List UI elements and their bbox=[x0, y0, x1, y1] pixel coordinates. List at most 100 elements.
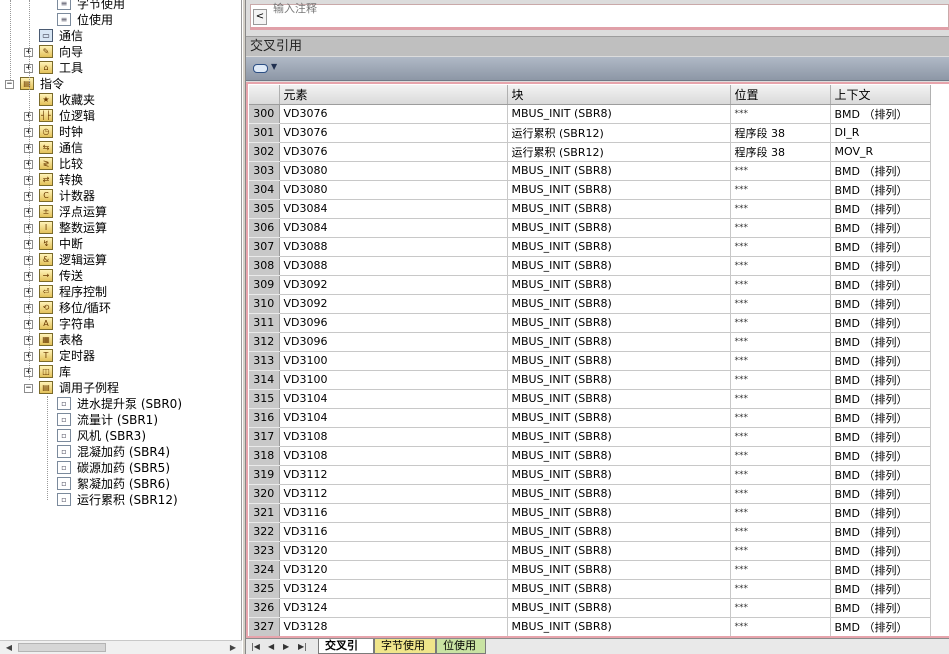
comment-input-area[interactable]: < 输入注释 bbox=[250, 2, 949, 30]
row-number[interactable]: 308 bbox=[249, 256, 280, 276]
tree-item[interactable]: + ⏎ 程序控制 bbox=[0, 284, 240, 300]
tree-item[interactable]: + ⟲ 移位/循环 bbox=[0, 300, 240, 316]
table-row[interactable]: 327 VD3128 MBUS_INIT (SBR8) *** BMD （排列） bbox=[249, 617, 931, 636]
tree-item[interactable]: ≡ 位使用 bbox=[0, 12, 240, 28]
cell-context[interactable]: BMD （排列） bbox=[830, 199, 931, 219]
table-row[interactable]: 302 VD3076 运行累积 (SBR12) 程序段 38 MOV_R bbox=[249, 142, 931, 162]
cell-block[interactable]: MBUS_INIT (SBR8) bbox=[507, 389, 731, 409]
tree-item[interactable]: + I 整数运算 bbox=[0, 220, 240, 236]
cell-context[interactable]: BMD （排列） bbox=[830, 237, 931, 257]
dropdown-arrow-icon[interactable]: ▼ bbox=[271, 62, 277, 71]
cell-block[interactable]: MBUS_INIT (SBR8) bbox=[507, 560, 731, 580]
cell-element[interactable]: VD3088 bbox=[279, 256, 508, 276]
cell-context[interactable]: BMD （排列） bbox=[830, 522, 931, 542]
table-row[interactable]: 305 VD3084 MBUS_INIT (SBR8) *** BMD （排列） bbox=[249, 199, 931, 219]
tree-item[interactable]: ▫ 絮凝加药 (SBR6) bbox=[0, 476, 240, 492]
table-row[interactable]: 317 VD3108 MBUS_INIT (SBR8) *** BMD （排列） bbox=[249, 427, 931, 447]
cell-block[interactable]: MBUS_INIT (SBR8) bbox=[507, 294, 731, 314]
tree-item[interactable]: + ▦ 表格 bbox=[0, 332, 240, 348]
project-tree[interactable]: ≡ 字节使用 ≡ 位使用 ▭ 通信 + ✎ 向导 + ⌂ 工具 − ▤ 指令 ★ 收藏夹 + ┤├ 位逻辑 + ◷ 时钟 + ⇆… bbox=[0, 0, 242, 654]
cell-location[interactable]: *** bbox=[730, 275, 831, 295]
row-number[interactable]: 311 bbox=[249, 313, 280, 333]
cell-block[interactable]: MBUS_INIT (SBR8) bbox=[507, 446, 731, 466]
row-number[interactable]: 316 bbox=[249, 408, 280, 428]
row-number[interactable]: 323 bbox=[249, 541, 280, 561]
table-row[interactable]: 325 VD3124 MBUS_INIT (SBR8) *** BMD （排列） bbox=[249, 579, 931, 599]
table-row[interactable]: 320 VD3112 MBUS_INIT (SBR8) *** BMD （排列） bbox=[249, 484, 931, 504]
cell-block[interactable]: MBUS_INIT (SBR8) bbox=[507, 522, 731, 542]
cell-element[interactable]: VD3096 bbox=[279, 332, 508, 352]
table-row[interactable]: 304 VD3080 MBUS_INIT (SBR8) *** BMD （排列） bbox=[249, 180, 931, 200]
cell-element[interactable]: VD3120 bbox=[279, 541, 508, 561]
tree-item[interactable]: + ± 浮点运算 bbox=[0, 204, 240, 220]
cell-block[interactable]: MBUS_INIT (SBR8) bbox=[507, 370, 731, 390]
table-row[interactable]: 318 VD3108 MBUS_INIT (SBR8) *** BMD （排列） bbox=[249, 446, 931, 466]
cell-context[interactable]: DI_R bbox=[830, 123, 931, 143]
tree-item[interactable]: ★ 收藏夹 bbox=[0, 92, 240, 108]
cell-context[interactable]: BMD （排列） bbox=[830, 275, 931, 295]
tree-item[interactable]: ▫ 流量计 (SBR1) bbox=[0, 412, 240, 428]
cell-location[interactable]: *** bbox=[730, 408, 831, 428]
table-row[interactable]: 312 VD3096 MBUS_INIT (SBR8) *** BMD （排列） bbox=[249, 332, 931, 352]
tab-bit-usage[interactable]: 位使用 bbox=[436, 639, 486, 654]
tree-item[interactable]: + → 传送 bbox=[0, 268, 240, 284]
table-row[interactable]: 311 VD3096 MBUS_INIT (SBR8) *** BMD （排列） bbox=[249, 313, 931, 333]
tree-item[interactable]: ▭ 通信 bbox=[0, 28, 240, 44]
prev-tab-icon[interactable]: ◀ bbox=[268, 640, 274, 654]
cell-location[interactable]: 程序段 38 bbox=[730, 123, 831, 143]
table-row[interactable]: 310 VD3092 MBUS_INIT (SBR8) *** BMD （排列） bbox=[249, 294, 931, 314]
cell-element[interactable]: VD3112 bbox=[279, 484, 508, 504]
cell-context[interactable]: BMD （排列） bbox=[830, 484, 931, 504]
row-number[interactable]: 327 bbox=[249, 617, 280, 636]
tab-cross-reference[interactable]: 交叉引用 bbox=[318, 639, 374, 654]
cell-element[interactable]: VD3084 bbox=[279, 199, 508, 219]
tree-item[interactable]: + ◫ 库 bbox=[0, 364, 240, 380]
table-row[interactable]: 315 VD3104 MBUS_INIT (SBR8) *** BMD （排列） bbox=[249, 389, 931, 409]
tree-item[interactable]: + T 定时器 bbox=[0, 348, 240, 364]
scrollbar-thumb[interactable] bbox=[18, 643, 106, 652]
table-row[interactable]: 323 VD3120 MBUS_INIT (SBR8) *** BMD （排列） bbox=[249, 541, 931, 561]
cell-context[interactable]: BMD （排列） bbox=[830, 161, 931, 181]
table-row[interactable]: 309 VD3092 MBUS_INIT (SBR8) *** BMD （排列） bbox=[249, 275, 931, 295]
row-number[interactable]: 315 bbox=[249, 389, 280, 409]
next-tab-icon[interactable]: ▶ bbox=[283, 640, 289, 654]
cell-location[interactable]: *** bbox=[730, 218, 831, 238]
table-row[interactable]: 307 VD3088 MBUS_INIT (SBR8) *** BMD （排列） bbox=[249, 237, 931, 257]
cell-element[interactable]: VD3112 bbox=[279, 465, 508, 485]
cell-context[interactable]: BMD （排列） bbox=[830, 370, 931, 390]
row-number[interactable]: 318 bbox=[249, 446, 280, 466]
tree-item[interactable]: + ◷ 时钟 bbox=[0, 124, 240, 140]
cell-location[interactable]: *** bbox=[730, 579, 831, 599]
last-tab-icon[interactable]: ▶| bbox=[298, 640, 307, 654]
table-row[interactable]: 321 VD3116 MBUS_INIT (SBR8) *** BMD （排列） bbox=[249, 503, 931, 523]
row-number[interactable]: 313 bbox=[249, 351, 280, 371]
cell-context[interactable]: BMD （排列） bbox=[830, 408, 931, 428]
cell-block[interactable]: MBUS_INIT (SBR8) bbox=[507, 617, 731, 636]
cell-context[interactable]: BMD （排列） bbox=[830, 541, 931, 561]
cell-location[interactable]: *** bbox=[730, 351, 831, 371]
table-row[interactable]: 313 VD3100 MBUS_INIT (SBR8) *** BMD （排列） bbox=[249, 351, 931, 371]
cell-block[interactable]: MBUS_INIT (SBR8) bbox=[507, 313, 731, 333]
cell-element[interactable]: VD3076 bbox=[279, 123, 508, 143]
tree-item[interactable]: ▫ 混凝加药 (SBR4) bbox=[0, 444, 240, 460]
cell-block[interactable]: MBUS_INIT (SBR8) bbox=[507, 598, 731, 618]
row-number[interactable]: 326 bbox=[249, 598, 280, 618]
cell-location[interactable]: *** bbox=[730, 446, 831, 466]
cell-element[interactable]: VD3104 bbox=[279, 408, 508, 428]
cell-context[interactable]: MOV_R bbox=[830, 142, 931, 162]
row-number[interactable]: 322 bbox=[249, 522, 280, 542]
cell-element[interactable]: VD3084 bbox=[279, 218, 508, 238]
row-number[interactable]: 306 bbox=[249, 218, 280, 238]
cell-element[interactable]: VD3124 bbox=[279, 579, 508, 599]
cell-element[interactable]: VD3124 bbox=[279, 598, 508, 618]
cell-block[interactable]: MBUS_INIT (SBR8) bbox=[507, 104, 731, 124]
table-row[interactable]: 303 VD3080 MBUS_INIT (SBR8) *** BMD （排列） bbox=[249, 161, 931, 181]
cell-element[interactable]: VD3100 bbox=[279, 351, 508, 371]
tree-item[interactable]: + ↯ 中断 bbox=[0, 236, 240, 252]
table-row[interactable]: 319 VD3112 MBUS_INIT (SBR8) *** BMD （排列） bbox=[249, 465, 931, 485]
cell-block[interactable]: MBUS_INIT (SBR8) bbox=[507, 256, 731, 276]
row-number[interactable]: 314 bbox=[249, 370, 280, 390]
table-row[interactable]: 316 VD3104 MBUS_INIT (SBR8) *** BMD （排列） bbox=[249, 408, 931, 428]
cell-context[interactable]: BMD （排列） bbox=[830, 389, 931, 409]
column-header-block[interactable]: 块 bbox=[507, 85, 731, 105]
